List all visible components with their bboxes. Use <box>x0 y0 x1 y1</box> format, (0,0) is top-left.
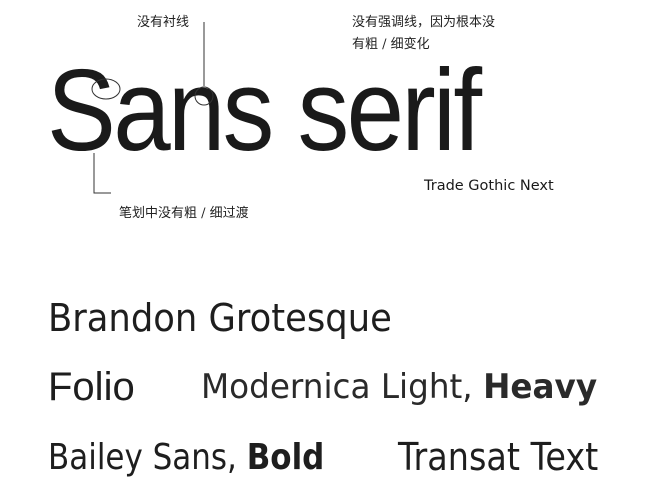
font-sample-modernica-heavy: Heavy <box>483 367 598 407</box>
callout-leader-stroke <box>93 153 111 194</box>
font-sample-transat-text: Transat Text <box>398 435 599 479</box>
callout-circle-no-serifs <box>194 86 214 106</box>
font-sample-modernica-light: Modernica Light, <box>201 367 473 407</box>
callout-lines <box>91 22 214 194</box>
font-sample-modernica: Modernica Light, Heavy <box>201 370 597 404</box>
font-sample-folio: Folio <box>48 365 135 409</box>
font-sample-bailey-sans: Bailey Sans, Bold <box>48 440 324 476</box>
callout-ellipse-stroke <box>91 78 121 100</box>
font-sample-brandon-grotesque: Brandon Grotesque <box>48 296 392 340</box>
font-sample-bailey-regular: Bailey Sans, <box>48 437 237 478</box>
font-sample-bailey-bold: Bold <box>246 437 325 478</box>
